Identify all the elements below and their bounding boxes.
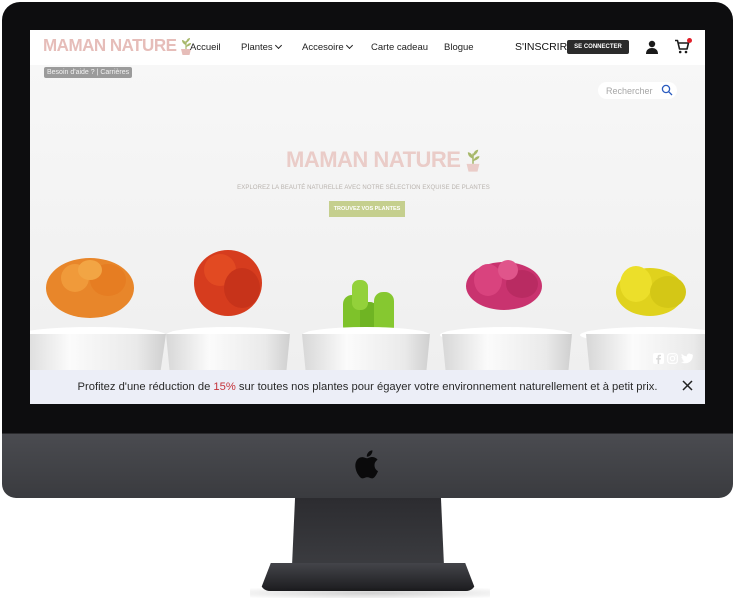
chevron-down-icon xyxy=(345,41,353,50)
promo-discount: 15% xyxy=(213,381,236,393)
chevron-down-icon xyxy=(274,41,282,50)
nav-item-label: Carte cadeau xyxy=(371,42,429,53)
twitter-icon[interactable] xyxy=(681,353,693,364)
login-button[interactable]: SE CONNECTER xyxy=(567,40,629,54)
pink-cactus-pot xyxy=(440,260,572,375)
hero-title: MAMAN NATURE xyxy=(286,147,461,172)
hero-subtitle: EXPLOREZ LA BEAUTÉ NATURELLE AVEC NOTRE … xyxy=(237,185,490,191)
search-placeholder: Rechercher xyxy=(606,85,653,96)
social-links xyxy=(653,353,693,364)
search-icon[interactable] xyxy=(661,84,673,96)
website-screen: MAMAN NATURE Accueil Plantes Accesoire C… xyxy=(30,30,705,404)
instagram-icon[interactable] xyxy=(667,353,678,364)
close-icon[interactable] xyxy=(682,380,693,391)
nav-item-label: Accueil xyxy=(190,42,221,53)
nav-item-blogue[interactable]: Blogue xyxy=(444,42,474,53)
nav-item-label: Plantes xyxy=(241,42,273,53)
nav-item-plantes[interactable]: Plantes xyxy=(241,41,282,53)
apple-logo-icon xyxy=(355,450,378,479)
cart-badge xyxy=(687,38,692,43)
promo-text-after: sur toutes nos plantes pour égayer votre… xyxy=(235,381,658,393)
nav-item-label: Accesoire xyxy=(302,42,344,53)
site-header: MAMAN NATURE Accueil Plantes Accesoire C… xyxy=(30,30,705,65)
nav-item-accueil[interactable]: Accueil xyxy=(190,42,221,53)
green-cactus-pot xyxy=(302,280,430,375)
hero-section: Besoin d'aide ? | Carrières Rechercher M… xyxy=(30,65,705,375)
plant-pot-icon xyxy=(467,149,480,172)
brand-logo-text: MAMAN NATURE xyxy=(43,35,177,56)
orange-cactus-pot xyxy=(30,258,166,375)
nav-item-accesoire[interactable]: Accesoire xyxy=(302,41,353,53)
help-links[interactable]: Besoin d'aide ? | Carrières xyxy=(44,67,133,78)
nav-item-carte-cadeau[interactable]: Carte cadeau xyxy=(371,42,428,53)
search-input[interactable]: Rechercher xyxy=(598,82,677,99)
find-plants-button[interactable]: TROUVEZ VOS PLANTES xyxy=(329,201,405,217)
red-cactus-pot xyxy=(166,250,290,375)
promo-banner: Profitez d'une réduction de 15% sur tout… xyxy=(30,370,705,404)
promo-text: Profitez d'une réduction de 15% sur tout… xyxy=(78,381,658,393)
imac-stand-foot xyxy=(260,563,476,591)
cactus-pots-image xyxy=(30,250,705,375)
brand-logo[interactable]: MAMAN NATURE xyxy=(43,36,193,56)
signup-link[interactable]: S'INSCRIRE xyxy=(515,41,574,53)
imac-shadow xyxy=(250,588,490,598)
imac-stand-neck xyxy=(292,498,444,566)
user-icon[interactable] xyxy=(645,40,659,54)
facebook-icon[interactable] xyxy=(653,353,664,364)
imac-mockup: MAMAN NATURE Accueil Plantes Accesoire C… xyxy=(0,0,735,610)
promo-text-before: Profitez d'une réduction de xyxy=(77,381,214,393)
hero-logo: MAMAN NATURE xyxy=(286,147,482,173)
nav-item-label: Blogue xyxy=(444,42,474,53)
